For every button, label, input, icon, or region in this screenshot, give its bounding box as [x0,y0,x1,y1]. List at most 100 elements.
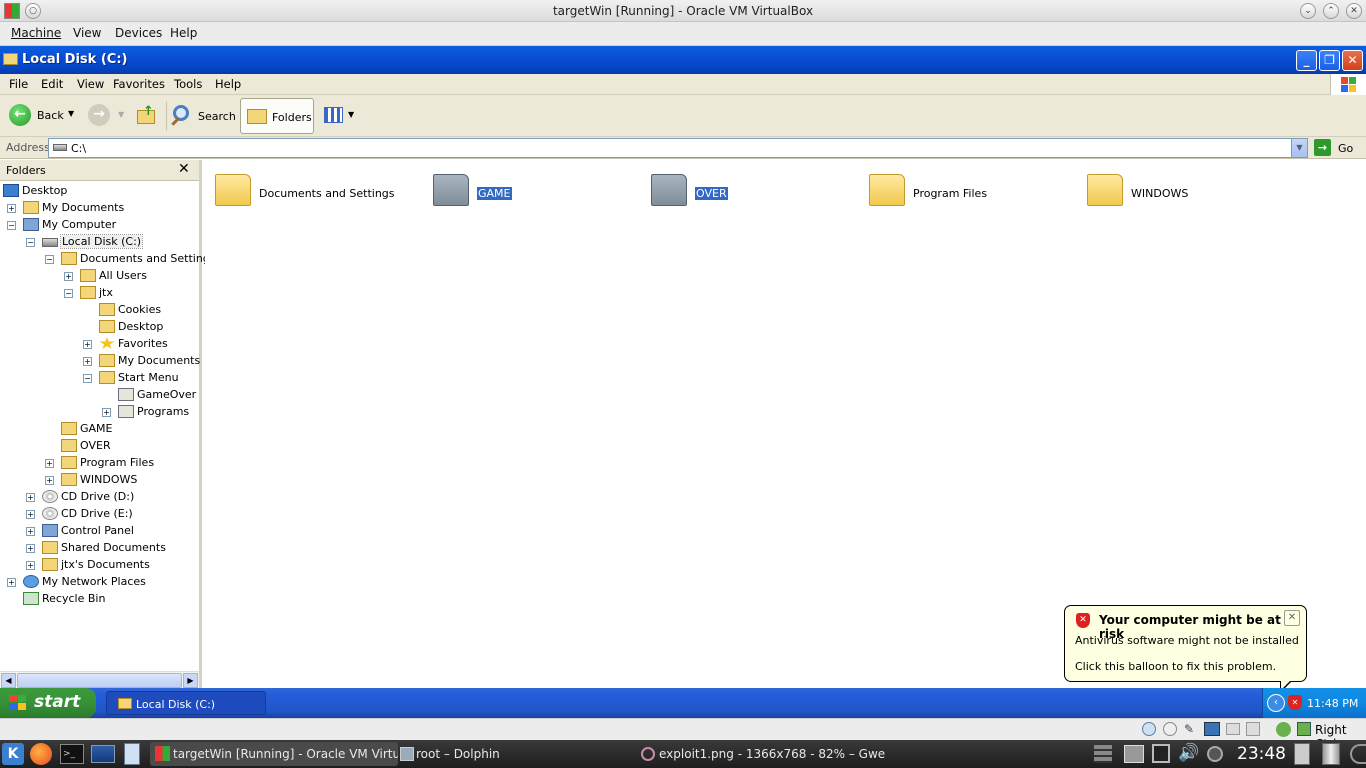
terminal-icon[interactable]: >_ [60,744,84,764]
tree-item[interactable]: + jtx's Documents [0,557,199,574]
tree-item[interactable]: − My Computer [0,217,199,234]
notes-icon[interactable] [124,743,140,765]
optical-drive-status-icon[interactable] [1163,722,1177,736]
host-menu-machine[interactable]: Machine [11,26,61,40]
tree-item[interactable]: − jtx [0,285,199,302]
printer-icon[interactable] [1124,745,1144,763]
tree-item[interactable]: + CD Drive (D:) [0,489,199,506]
tree-expand-button[interactable]: + [26,510,35,519]
taskbar-button-local-disk[interactable]: Local Disk (C:) [106,691,266,715]
tree-collapse-button[interactable]: − [83,374,92,383]
tree-item[interactable]: + Programs [0,404,199,421]
network-status-icon[interactable] [1204,722,1220,736]
host-menu-help[interactable]: Help [170,26,197,40]
address-dropdown-button[interactable]: ▼ [1291,139,1307,157]
kde-task-dolphin[interactable]: root – Dolphin [398,742,636,766]
shared-folders-status-icon[interactable] [1226,723,1240,735]
tree-expand-button[interactable]: + [83,340,92,349]
tree-expand-button[interactable]: + [26,527,35,536]
tree-item[interactable]: − Local Disk (C:) [0,234,199,251]
kde-menu-icon[interactable]: K [2,743,24,765]
kde-task-virtualbox[interactable]: targetWin [Running] - Oracle VM VirtualB… [150,742,398,766]
menu-favorites[interactable]: Favorites [113,77,165,91]
horizontal-scrollbar[interactable]: ◀ ▶ [0,671,199,688]
start-button[interactable]: start [0,688,96,718]
tree-item[interactable]: − Documents and Settings [0,251,216,268]
tree-item[interactable]: + Favorites [0,336,199,353]
security-alert-balloon[interactable]: ✕ Your computer might be at risk ✕ Antiv… [1064,605,1307,693]
tree-item[interactable]: + WINDOWS [0,472,199,489]
panel-toolbox-icon[interactable] [1350,744,1366,764]
tree-expand-button[interactable]: + [26,561,35,570]
taskbar-clock[interactable]: 11:48 PM [1307,697,1358,710]
scroll-left-button[interactable]: ◀ [1,673,16,688]
hard-disk-status-icon[interactable] [1142,722,1156,736]
usb-status-icon[interactable]: ✎ [1184,722,1198,736]
menu-help[interactable]: Help [215,77,241,91]
kde-task-gwenview[interactable]: exploit1.png - 1366x768 - 82% – Gwenview [638,742,886,766]
tree-item[interactable]: + My Documents [0,353,200,370]
menu-edit[interactable]: Edit [41,77,63,91]
folder-item[interactable]: Program Files [867,170,1077,210]
tree-item[interactable]: + Shared Documents [0,540,199,557]
tree-item[interactable]: Desktop [0,319,199,336]
tree-expand-button[interactable]: + [7,204,16,213]
tree-item[interactable]: Recycle Bin [0,591,199,608]
kde-clock[interactable]: 23:48 [1237,744,1286,764]
host-close-button[interactable]: ✕ [1346,3,1362,19]
search-button[interactable]: Search [170,102,236,130]
folders-button[interactable]: Folders [240,98,314,134]
folder-item[interactable]: OVER [649,170,859,210]
tree-item[interactable]: − Start Menu [0,370,199,387]
balloon-close-button[interactable]: ✕ [1284,610,1300,626]
mouse-integration-icon[interactable] [1276,722,1291,737]
tree-item[interactable]: + Control Panel [0,523,199,540]
tree-collapse-button[interactable]: − [45,255,54,264]
tree-item[interactable]: Cookies [0,302,199,319]
host-menu-devices[interactable]: Devices [115,26,162,40]
address-input[interactable]: C:\ ▼ [48,138,1308,158]
tree-expand-button[interactable]: + [26,493,35,502]
tree-item[interactable]: + My Documents [0,200,199,217]
folder-item[interactable]: WINDOWS [1085,170,1295,210]
tree-item[interactable]: + CD Drive (E:) [0,506,199,523]
scrollbar-thumb[interactable] [17,673,182,688]
menu-file[interactable]: File [9,77,28,91]
clipboard-icon[interactable] [1294,743,1310,765]
volume-icon[interactable]: 🔊 [1178,743,1199,763]
show-hidden-icons-button[interactable]: ‹ [1267,694,1285,712]
host-minimize-button[interactable]: ⌄ [1300,3,1316,19]
tree-collapse-button[interactable]: − [64,289,73,298]
tree-expand-button[interactable]: + [26,544,35,553]
tree-expand-button[interactable]: + [83,357,92,366]
power-icon[interactable] [1207,746,1223,762]
mail-icon[interactable] [91,745,115,763]
security-center-icon[interactable]: ✕ [1288,695,1302,710]
tree-expand-button[interactable]: + [102,408,111,417]
scroll-right-button[interactable]: ▶ [183,673,198,688]
folder-item[interactable]: Documents and Settings [213,170,423,210]
tree-item[interactable]: Desktop [0,183,199,200]
up-folder-button[interactable]: ↑ [135,104,159,128]
tree-item[interactable]: + Program Files [0,455,199,472]
forward-button[interactable]: → ▼ [86,104,126,128]
close-button[interactable]: ✕ [1342,50,1363,71]
tree-item[interactable]: GameOver [0,387,199,404]
back-button[interactable]: ← Back ▼ [6,102,80,128]
tree-item[interactable]: + My Network Places [0,574,199,591]
folder-item[interactable]: GAME [431,170,641,210]
menu-view[interactable]: View [77,77,104,91]
host-menu-view[interactable]: View [73,26,101,40]
keyboard-capture-icon[interactable] [1297,722,1311,736]
tree-expand-button[interactable]: + [45,459,54,468]
host-maximize-button[interactable]: ⌃ [1323,3,1339,19]
minimize-button[interactable]: _ [1296,50,1317,71]
tree-item[interactable]: + All Users [0,268,199,285]
tree-expand-button[interactable]: + [64,272,73,281]
pager-icon[interactable] [1094,745,1112,763]
tree-item[interactable]: OVER [0,438,199,455]
tree-expand-button[interactable]: + [45,476,54,485]
restore-button[interactable]: ❐ [1319,50,1340,71]
capture-status-icon[interactable] [1246,722,1260,736]
tree-expand-button[interactable]: + [7,578,16,587]
